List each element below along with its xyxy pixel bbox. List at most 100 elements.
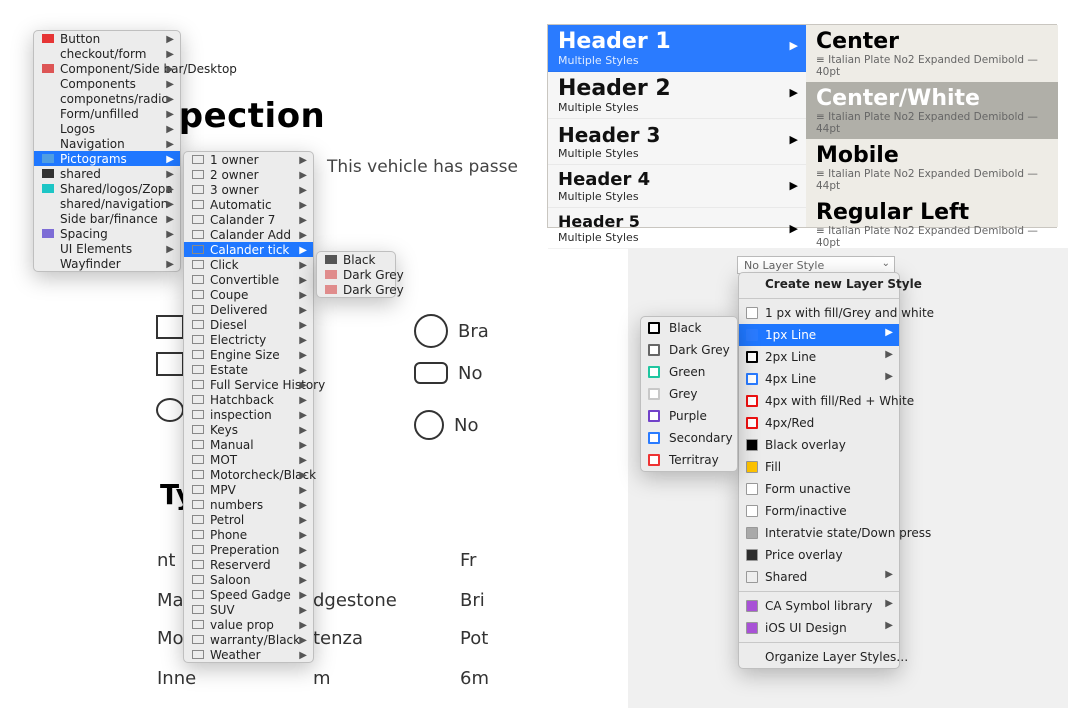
menu-item[interactable]: shared▶: [34, 166, 180, 181]
plugin-entry[interactable]: CA Symbol library▶: [739, 595, 899, 617]
pictogram-icon: [192, 335, 204, 344]
text-style-variant[interactable]: Regular Left≡ Italian Plate No2 Expanded…: [806, 196, 1058, 253]
menu-item[interactable]: SUV▶: [184, 602, 313, 617]
color-item[interactable]: Secondary: [641, 427, 737, 449]
layer-style-item[interactable]: Interatvie state/Down press: [739, 522, 899, 544]
menu-item[interactable]: Dark Grey: [317, 282, 395, 297]
menu-item[interactable]: Form/unfilled▶: [34, 106, 180, 121]
layer-style-item[interactable]: Black overlay: [739, 434, 899, 456]
color-item[interactable]: Black: [641, 317, 737, 339]
menu-item[interactable]: Phone▶: [184, 527, 313, 542]
menu-item[interactable]: Delivered▶: [184, 302, 313, 317]
menu-item[interactable]: Convertible▶: [184, 272, 313, 287]
menu-item[interactable]: Manual▶: [184, 437, 313, 452]
menu-item[interactable]: Button▶: [34, 31, 180, 46]
menu-item[interactable]: checkout/form▶: [34, 46, 180, 61]
menu-item[interactable]: Dark Grey: [317, 267, 395, 282]
menu-item[interactable]: value prop▶: [184, 617, 313, 632]
menu-item[interactable]: Engine Size▶: [184, 347, 313, 362]
text-style-group[interactable]: Header 3Multiple Styles▶: [548, 119, 806, 165]
layer-style-item[interactable]: Price overlay: [739, 544, 899, 566]
menu-item-label: Full Service History: [210, 378, 325, 392]
text-style-variant[interactable]: Center/White≡ Italian Plate No2 Expanded…: [806, 82, 1058, 139]
menu-item[interactable]: inspection▶: [184, 407, 313, 422]
menu-level-1: Button▶checkout/form▶Component/Side bar/…: [33, 30, 181, 272]
menu-item[interactable]: Keys▶: [184, 422, 313, 437]
plugin-entry[interactable]: iOS UI Design▶: [739, 617, 899, 639]
layer-style-item[interactable]: 4px/Red: [739, 412, 899, 434]
menu-item[interactable]: Full Service History▶: [184, 377, 313, 392]
layer-style-item[interactable]: 1px Line▶: [739, 324, 899, 346]
text-style-variant[interactable]: Center≡ Italian Plate No2 Expanded Demib…: [806, 25, 1058, 82]
menu-item-label: Saloon: [210, 573, 251, 587]
layer-style-item[interactable]: 4px with fill/Red + White: [739, 390, 899, 412]
menu-item[interactable]: Electricty▶: [184, 332, 313, 347]
organize-layer-styles[interactable]: Organize Layer Styles…: [739, 646, 899, 668]
layer-style-item[interactable]: 4px Line▶: [739, 368, 899, 390]
menu-item[interactable]: Black: [317, 252, 395, 267]
text-style-group[interactable]: Header 1Multiple Styles▶: [548, 25, 806, 72]
layer-style-item[interactable]: Form/inactive: [739, 500, 899, 522]
chevron-right-icon: ▶: [299, 500, 307, 511]
text-style-group[interactable]: Header 4Multiple Styles▶: [548, 165, 806, 208]
color-item[interactable]: Purple: [641, 405, 737, 427]
create-layer-style[interactable]: Create new Layer Style: [739, 273, 899, 295]
menu-item[interactable]: Wayfinder▶: [34, 256, 180, 271]
layer-style-item[interactable]: Fill: [739, 456, 899, 478]
menu-item[interactable]: numbers▶: [184, 497, 313, 512]
menu-item[interactable]: Component/Side bar/Desktop▶: [34, 61, 180, 76]
menu-item[interactable]: Calander Add▶: [184, 227, 313, 242]
menu-item[interactable]: Estate▶: [184, 362, 313, 377]
chevron-right-icon: ▶: [166, 229, 174, 240]
menu-item[interactable]: componetns/radio▶: [34, 91, 180, 106]
menu-item[interactable]: 3 owner▶: [184, 182, 313, 197]
menu-item[interactable]: warranty/Black▶: [184, 632, 313, 647]
menu-item[interactable]: Shared/logos/Zopa▶: [34, 181, 180, 196]
text-style-group[interactable]: Header 2Multiple Styles▶: [548, 72, 806, 119]
color-item[interactable]: Territray: [641, 449, 737, 471]
menu-item[interactable]: Click▶: [184, 257, 313, 272]
menu-item[interactable]: Navigation▶: [34, 136, 180, 151]
menu-item[interactable]: Coupe▶: [184, 287, 313, 302]
layer-style-item[interactable]: Form unactive: [739, 478, 899, 500]
menu-item[interactable]: Spacing▶: [34, 226, 180, 241]
chevron-right-icon: ▶: [299, 170, 307, 181]
menu-item[interactable]: Petrol▶: [184, 512, 313, 527]
pictogram-icon: [192, 530, 204, 539]
menu-item[interactable]: Calander tick▶: [184, 242, 313, 257]
menu-item[interactable]: Saloon▶: [184, 572, 313, 587]
menu-item-label: Diesel: [210, 318, 247, 332]
menu-item[interactable]: shared/navigation▶: [34, 196, 180, 211]
layer-style-item[interactable]: Shared▶: [739, 566, 899, 588]
menu-item[interactable]: Components▶: [34, 76, 180, 91]
menu-item[interactable]: Reserverd▶: [184, 557, 313, 572]
menu-item[interactable]: 2 owner▶: [184, 167, 313, 182]
menu-item[interactable]: Weather▶: [184, 647, 313, 662]
menu-item[interactable]: Preperation▶: [184, 542, 313, 557]
menu-item[interactable]: Speed Gadge▶: [184, 587, 313, 602]
menu-item[interactable]: MPV▶: [184, 482, 313, 497]
menu-item[interactable]: MOT▶: [184, 452, 313, 467]
menu-item[interactable]: Logos▶: [34, 121, 180, 136]
menu-item[interactable]: Hatchback▶: [184, 392, 313, 407]
menu-item[interactable]: Side bar/finance▶: [34, 211, 180, 226]
chevron-right-icon: ▶: [166, 34, 174, 45]
layer-style-item[interactable]: 1 px with fill/Grey and white: [739, 302, 899, 324]
text-style-name: Header 4: [558, 169, 796, 190]
menu-item[interactable]: Motorcheck/Black▶: [184, 467, 313, 482]
menu-item[interactable]: Automatic▶: [184, 197, 313, 212]
color-item[interactable]: Dark Grey: [641, 339, 737, 361]
menu-item[interactable]: UI Elements▶: [34, 241, 180, 256]
menu-item[interactable]: Diesel▶: [184, 317, 313, 332]
color-item[interactable]: Green: [641, 361, 737, 383]
text-style-variant[interactable]: Mobile≡ Italian Plate No2 Expanded Demib…: [806, 139, 1058, 196]
swatch-icon: [325, 255, 337, 264]
menu-item[interactable]: Calander 7▶: [184, 212, 313, 227]
color-item[interactable]: Grey: [641, 383, 737, 405]
menu-item[interactable]: 1 owner▶: [184, 152, 313, 167]
layer-style-item[interactable]: 2px Line▶: [739, 346, 899, 368]
text-style-group[interactable]: Header 5Multiple Styles▶: [548, 208, 806, 249]
menu-item[interactable]: Pictograms▶: [34, 151, 180, 166]
chevron-right-icon: ▶: [885, 569, 893, 580]
layer-style-label: Form/inactive: [765, 504, 847, 518]
